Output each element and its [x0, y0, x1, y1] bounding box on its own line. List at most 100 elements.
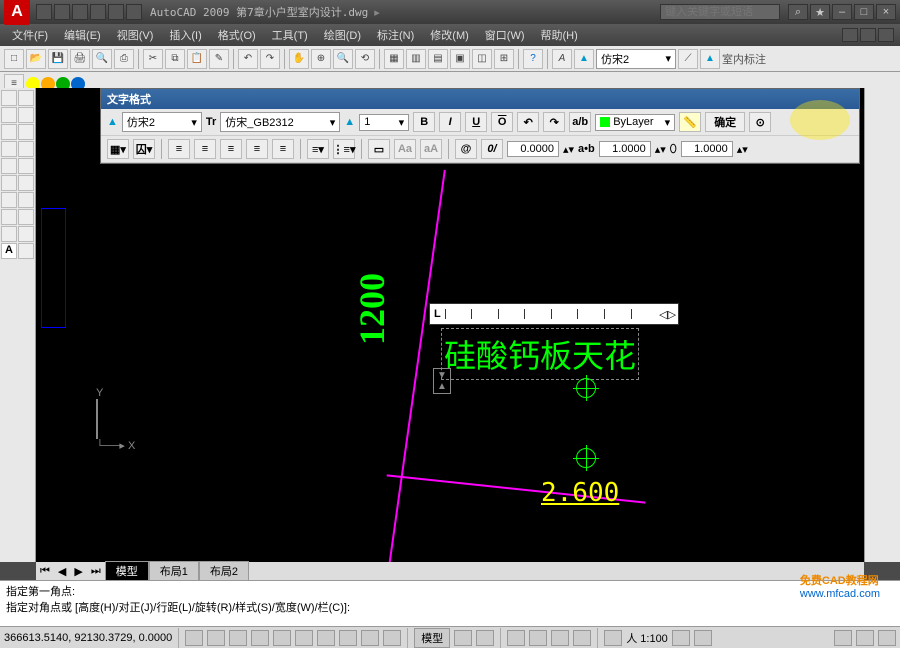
dyn-toggle[interactable]	[339, 630, 357, 646]
field-icon[interactable]: ▭	[368, 139, 390, 159]
menu-draw[interactable]: 绘图(D)	[318, 25, 367, 45]
height-select[interactable]: 1▾	[359, 114, 409, 131]
menu-window[interactable]: 窗口(W)	[479, 25, 531, 45]
zoom-prev-icon[interactable]: ⟲	[355, 49, 375, 69]
underline-button[interactable]: U	[465, 112, 487, 132]
spline-icon[interactable]	[1, 158, 17, 174]
polar-toggle[interactable]	[251, 630, 269, 646]
qat-print-icon[interactable]	[126, 4, 142, 20]
symbol-icon[interactable]: @	[455, 139, 477, 159]
pan2-icon[interactable]	[507, 630, 525, 646]
menu-edit[interactable]: 编辑(E)	[58, 25, 107, 45]
text-ruler[interactable]: L ◁▷	[429, 303, 679, 325]
textstyle-icon[interactable]: A	[552, 49, 572, 69]
menu-insert[interactable]: 插入(I)	[163, 25, 207, 45]
layout-quick-icon[interactable]	[454, 630, 472, 646]
xline-icon[interactable]	[18, 90, 34, 106]
annot-height-icon[interactable]: ▲	[344, 116, 355, 128]
preview-icon[interactable]: 🔍	[92, 49, 112, 69]
oblique-icon[interactable]: 0/	[481, 139, 503, 159]
ortho-toggle[interactable]	[229, 630, 247, 646]
arc-icon[interactable]	[18, 124, 34, 140]
gradient-icon[interactable]	[18, 209, 34, 225]
help-icon[interactable]: ?	[523, 49, 543, 69]
mdi-minimize-icon[interactable]	[842, 28, 858, 42]
annot-scale-lock-icon[interactable]	[604, 630, 622, 646]
search-input[interactable]	[660, 4, 780, 20]
tab-layout1[interactable]: 布局1	[149, 561, 199, 581]
toolbar-lock-icon[interactable]	[856, 630, 874, 646]
color-select[interactable]: ByLayer▾	[595, 114, 675, 131]
cut-icon[interactable]: ✂	[143, 49, 163, 69]
circle-icon[interactable]	[1, 141, 17, 157]
mdi-restore-icon[interactable]	[860, 28, 876, 42]
copy-icon[interactable]: ⧉	[165, 49, 185, 69]
mtext-input[interactable]: 硅酸钙板天花	[441, 328, 639, 380]
pline-icon[interactable]	[1, 107, 17, 123]
ducs-toggle[interactable]	[317, 630, 335, 646]
zoom-rt-icon[interactable]: ⊕	[311, 49, 331, 69]
annot-icon[interactable]: ▲	[574, 49, 594, 69]
dc-icon[interactable]: ▥	[406, 49, 426, 69]
rect-icon[interactable]	[1, 124, 17, 140]
quickview-icon[interactable]	[476, 630, 494, 646]
align-justify-icon[interactable]: ≡	[246, 139, 268, 159]
annot-auto-icon[interactable]	[694, 630, 712, 646]
italic-button[interactable]: I	[439, 112, 461, 132]
tab-nav-first-icon[interactable]: ⏮	[36, 565, 54, 578]
ruler-arrows-icon[interactable]: ◁▷	[657, 308, 678, 321]
lwt-toggle[interactable]	[361, 630, 379, 646]
tab-layout2[interactable]: 布局2	[199, 561, 249, 581]
style-select[interactable]: 仿宋2▾	[122, 112, 202, 132]
pan-icon[interactable]: ✋	[289, 49, 309, 69]
align-right-icon[interactable]: ≡	[220, 139, 242, 159]
ws-switch-icon[interactable]	[834, 630, 852, 646]
menu-view[interactable]: 视图(V)	[111, 25, 160, 45]
region-icon[interactable]	[1, 226, 17, 242]
grid-toggle[interactable]	[207, 630, 225, 646]
align-dist-icon[interactable]: ≡	[272, 139, 294, 159]
annotation-scale[interactable]: 人 1:100	[626, 630, 668, 646]
command-line[interactable]: 指定第一角点: 指定对角点或 [高度(H)/对正(J)/行距(L)/旋转(R)/…	[0, 580, 900, 626]
align-left-icon[interactable]: ≡	[168, 139, 190, 159]
zoom-win-icon[interactable]: 🔍	[333, 49, 353, 69]
qat-new-icon[interactable]	[36, 4, 52, 20]
undo-icon[interactable]: ↶	[238, 49, 258, 69]
revcloud-icon[interactable]	[18, 141, 34, 157]
uppercase-icon[interactable]: Aa	[394, 139, 416, 159]
ruler-toggle-icon[interactable]: 📏	[679, 112, 701, 132]
textstyle-select[interactable]: 仿宋2 ▾	[596, 49, 676, 69]
tab-nav-prev-icon[interactable]: ◀	[54, 565, 70, 578]
block-icon[interactable]	[1, 192, 17, 208]
menu-help[interactable]: 帮助(H)	[535, 25, 584, 45]
tab-nav-last-icon[interactable]: ⏭	[87, 565, 105, 578]
annot2-icon[interactable]: ▲	[700, 49, 720, 69]
zoom2-icon[interactable]	[529, 630, 547, 646]
save-icon[interactable]: 💾	[48, 49, 68, 69]
osnap-toggle[interactable]	[273, 630, 291, 646]
snap-toggle[interactable]	[185, 630, 203, 646]
addsel-icon[interactable]	[18, 243, 34, 259]
star-icon[interactable]: ★	[810, 4, 830, 20]
column-handle-icon[interactable]: ▼▲	[433, 368, 451, 394]
oblique-input[interactable]: 1.0000	[681, 141, 733, 157]
clean-screen-icon[interactable]	[878, 630, 896, 646]
publish-icon[interactable]: ⎙	[114, 49, 134, 69]
align-center-icon[interactable]: ≡	[194, 139, 216, 159]
coords-display[interactable]: 366613.5140, 92130.3729, 0.0000	[4, 632, 172, 644]
new-icon[interactable]: □	[4, 49, 24, 69]
tab-nav-next-icon[interactable]: ▶	[70, 565, 86, 578]
justify-icon[interactable]: 囚▾	[133, 139, 155, 159]
menu-dimension[interactable]: 标注(N)	[371, 25, 420, 45]
linespace-icon[interactable]: ≡▾	[307, 139, 329, 159]
menu-format[interactable]: 格式(O)	[212, 25, 262, 45]
font-select[interactable]: 仿宋_GB2312▾	[220, 112, 340, 132]
dimstyle-icon[interactable]: ⟋	[678, 49, 698, 69]
calc-icon[interactable]: ⊞	[494, 49, 514, 69]
qat-open-icon[interactable]	[54, 4, 70, 20]
ellipse-icon[interactable]	[18, 158, 34, 174]
minimize-icon[interactable]: –	[832, 4, 852, 20]
app-logo[interactable]: A	[4, 0, 30, 25]
redo-icon[interactable]: ↷	[260, 49, 280, 69]
insert-icon[interactable]	[18, 175, 34, 191]
